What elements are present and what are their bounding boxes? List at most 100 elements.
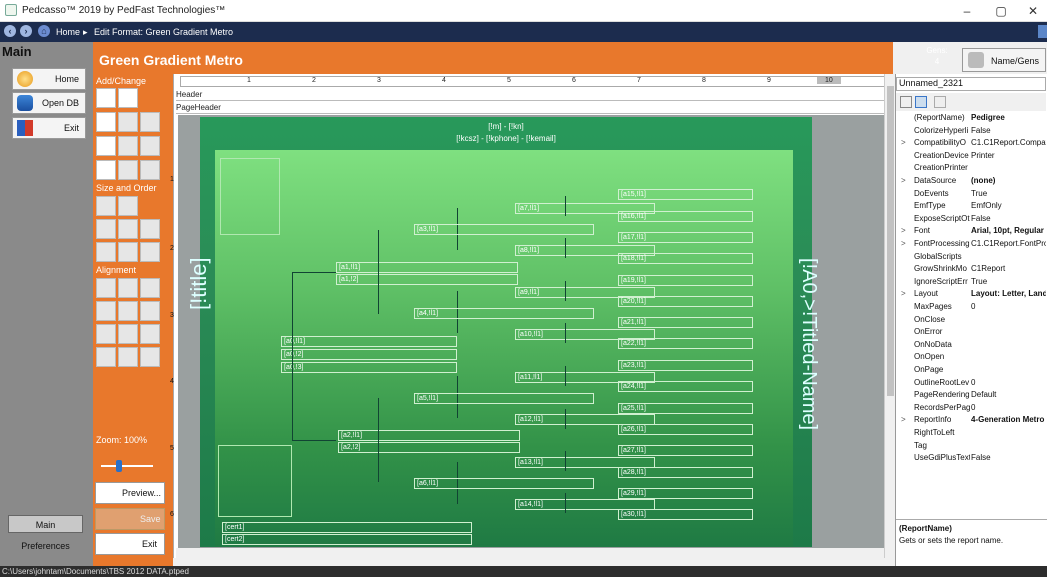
property-value[interactable]: False [971,452,1046,464]
tab-preferences[interactable]: Preferences [8,537,83,555]
property-value[interactable]: EmfOnly [971,200,1046,212]
property-row[interactable]: Tag [896,440,1047,453]
tab-main[interactable]: Main [8,515,83,533]
field-a0-3[interactable]: [a0,!3] [281,362,457,373]
field-a2-1[interactable]: [a2,!l1] [338,430,520,441]
property-value[interactable]: C1Report [971,263,1046,275]
field-a20[interactable]: [a20,!l1] [618,296,753,307]
circle-icon[interactable] [118,112,138,132]
cert-field-1[interactable]: [cert1] [222,522,472,533]
header-line-2[interactable]: [!kcsz] - [!kphone] - [!kemail] [200,134,812,143]
field-a22[interactable]: [a22,!l1] [618,338,753,349]
grid-size-icon[interactable] [96,242,116,262]
forward-icon[interactable]: › [20,25,32,37]
field-a15[interactable]: [a15,!l1] [618,189,753,200]
property-value[interactable]: (none) [971,175,1046,187]
field-a16[interactable]: [a16,!l1] [618,211,753,222]
expand-icon[interactable]: > [901,414,906,426]
field-a29[interactable]: [a29,!l1] [618,488,753,499]
field-a1-2[interactable]: [a1,!2] [336,274,518,285]
maximize-button[interactable]: ▢ [984,2,1018,20]
field-a19[interactable]: [a19,!l1] [618,275,753,286]
property-value[interactable]: True [971,276,1046,288]
property-value[interactable]: 4-Generation Metro [971,414,1046,426]
property-value[interactable]: Layout: Letter, Lands [971,288,1046,300]
expand-icon[interactable]: > [901,288,906,300]
property-row[interactable]: OutlineRootLev 0 [896,377,1047,390]
space-v-icon[interactable] [118,324,138,344]
field-a17[interactable]: [a17,!l1] [618,232,753,243]
align-right-icon[interactable] [140,278,160,298]
help-icon[interactable] [1038,25,1047,38]
name-gens-button[interactable]: Name/Gens [962,48,1046,72]
distribute-v-icon[interactable] [118,347,138,367]
property-value[interactable]: False [971,125,1046,137]
field-a0-2[interactable]: [a0,!2] [281,349,457,360]
same-size-icon[interactable] [140,219,160,239]
scroll-thumb[interactable] [887,86,894,396]
property-row[interactable]: UseGdiPlusText False [896,452,1047,465]
vertical-scrollbar[interactable] [884,74,895,558]
property-row[interactable]: > ReportInfo 4-Generation Metro [896,414,1047,427]
categorized-icon[interactable] [900,96,912,108]
property-row[interactable]: (ReportName) Pedigree [896,112,1047,125]
field-a6[interactable]: [a6,!l1] [414,478,594,489]
property-row[interactable]: OnClose [896,314,1047,327]
delete-icon[interactable] [140,160,160,180]
property-value[interactable]: Pedigree [971,112,1046,124]
add-person-icon[interactable] [96,88,116,108]
field-a1-1[interactable]: [a1,!l1] [336,262,518,273]
title-field[interactable]: [!title] [186,257,212,310]
distribute-h-icon[interactable] [96,347,116,367]
image-icon[interactable] [96,136,116,156]
bring-front-icon[interactable] [96,196,116,216]
property-row[interactable]: CreationDevice Printer [896,150,1047,163]
same-width-icon[interactable] [96,219,116,239]
property-row[interactable]: > Layout Layout: Letter, Lands [896,288,1047,301]
field-a30[interactable]: [a30,!l1] [618,509,753,520]
property-row[interactable]: > DataSource (none) [896,175,1047,188]
property-row[interactable]: CreationPrinter [896,162,1047,175]
field-a27[interactable]: [a27,!l1] [618,445,753,456]
property-row[interactable]: ColorizeHyperli False [896,125,1047,138]
zoom-slider-thumb[interactable] [116,460,122,472]
property-value[interactable]: False [971,213,1046,225]
property-value[interactable]: Arial, 10pt, Regular [971,225,1046,237]
open-db-button[interactable]: Open DB [12,92,86,114]
property-value[interactable]: 0 [971,301,1046,313]
field-a28[interactable]: [a28,!l1] [618,467,753,478]
alphabetical-icon[interactable] [915,96,927,108]
property-row[interactable]: > Font Arial, 10pt, Regular [896,225,1047,238]
field-a0-1[interactable]: [a0,!l1] [281,336,457,347]
record-icon[interactable] [118,136,138,156]
home-button[interactable]: Home [12,68,86,90]
property-value[interactable]: C1.C1Report.Compat [971,137,1046,149]
name-field[interactable]: [!A0,>!Titled-Name] [797,258,820,430]
fit-icon[interactable] [140,242,160,262]
target-icon[interactable] [118,160,138,180]
field-a5[interactable]: [a5,!l1] [414,393,594,404]
property-value[interactable]: True [971,188,1046,200]
field-a4[interactable]: [a4,!l1] [414,308,594,319]
property-row[interactable]: MaxPages 0 [896,301,1047,314]
property-row[interactable]: OnOpen [896,351,1047,364]
header-band[interactable]: Header [176,90,888,101]
field-a3[interactable]: [a3,!l1] [414,224,594,235]
property-row[interactable]: OnNoData [896,339,1047,352]
field-a18[interactable]: [a18,!l1] [618,253,753,264]
property-row[interactable]: PageRendering Default [896,389,1047,402]
property-row[interactable]: RightToLeft [896,427,1047,440]
field-a26[interactable]: [a26,!l1] [618,424,753,435]
property-value[interactable]: Default [971,389,1046,401]
property-value[interactable]: 0 [971,402,1046,414]
property-row[interactable]: OnError [896,326,1047,339]
field-a2-2[interactable]: [a2,!2] [338,442,520,453]
header-line-1[interactable]: [!m] - [!kn] [200,122,812,131]
send-back-icon[interactable] [118,196,138,216]
cert-field-2[interactable]: [cert2] [222,534,472,545]
close-button[interactable]: ✕ [1016,2,1047,20]
property-row[interactable]: GlobalScripts [896,251,1047,264]
picture-icon[interactable] [118,88,138,108]
snap-icon[interactable] [118,242,138,262]
object-selector[interactable]: Unnamed_2321 [896,77,1046,91]
